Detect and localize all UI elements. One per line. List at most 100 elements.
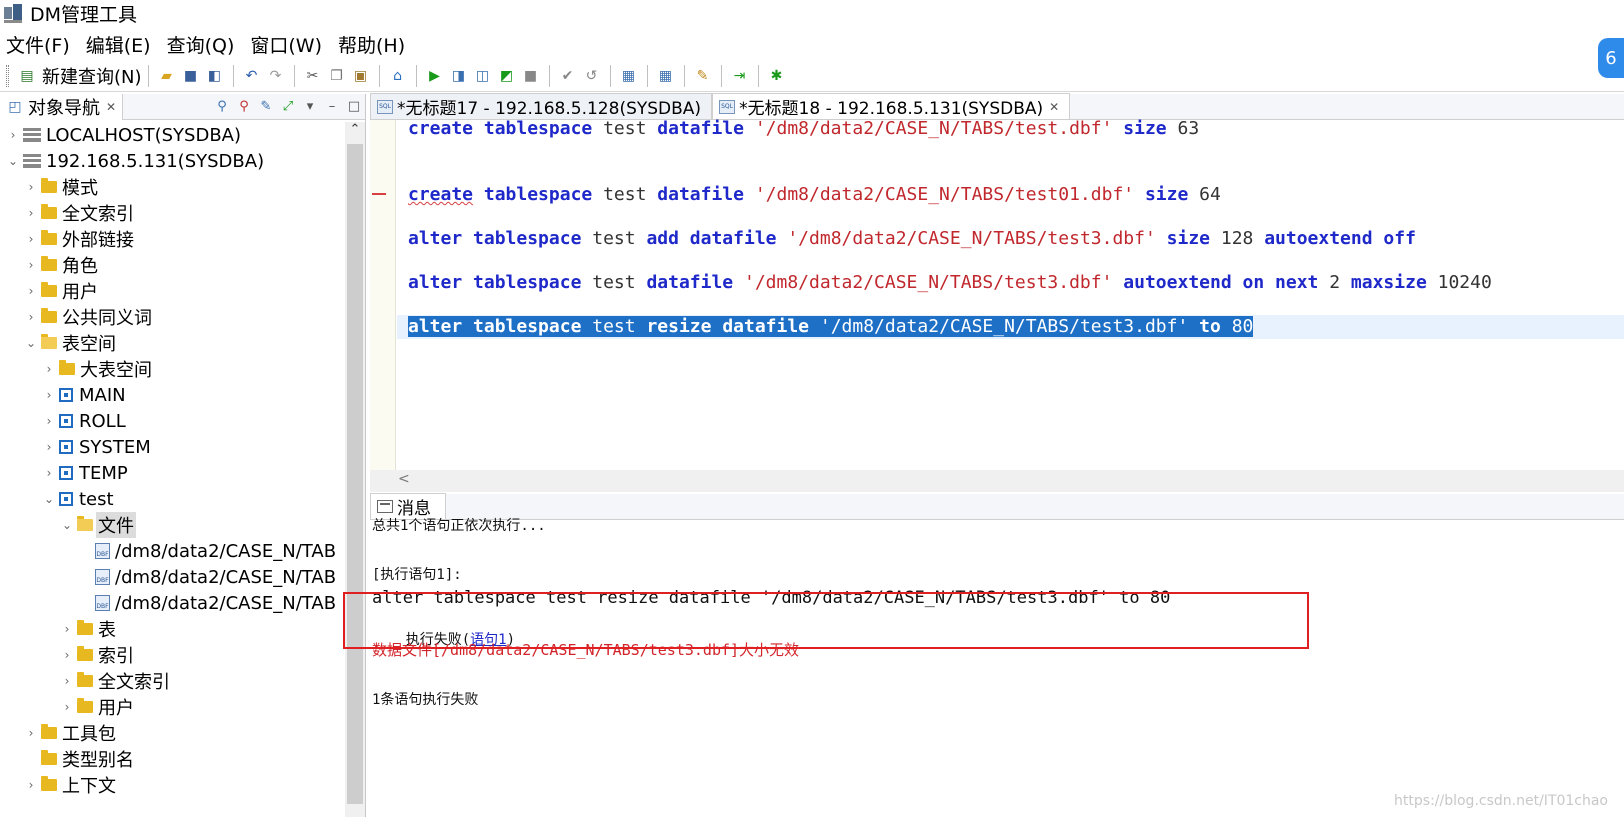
- rollback-icon[interactable]: ↺: [581, 65, 603, 87]
- tree-node[interactable]: 类型别名: [0, 746, 345, 772]
- scroll-up-icon[interactable]: ⌃: [345, 122, 365, 142]
- editor-horizontal-scrollbar[interactable]: <: [370, 470, 1624, 492]
- chevron-right-icon[interactable]: ›: [42, 414, 56, 428]
- tree-node[interactable]: › 模式: [0, 174, 345, 200]
- cut-icon[interactable]: ✂: [302, 65, 324, 87]
- redo-icon[interactable]: ↷: [265, 65, 287, 87]
- chevron-right-icon[interactable]: ›: [24, 206, 38, 220]
- stop-icon[interactable]: ■: [520, 65, 542, 87]
- view-menu-icon[interactable]: ▾: [300, 96, 320, 118]
- sql-editor[interactable]: create tablespace test datafile '/dm8/da…: [370, 118, 1624, 470]
- toolbar-grip[interactable]: [6, 64, 9, 87]
- chevron-right-icon[interactable]: ›: [24, 258, 38, 272]
- scrollbar-thumb[interactable]: [347, 144, 363, 804]
- tree-node[interactable]: › LOCALHOST(SYSDBA): [0, 122, 345, 148]
- tree-node[interactable]: › 索引: [0, 642, 345, 668]
- chevron-right-icon[interactable]: ›: [24, 310, 38, 324]
- new-query-button[interactable]: ▤ 新建查询(N): [15, 63, 141, 89]
- expand-icon[interactable]: ⤢: [278, 96, 298, 118]
- menu-file[interactable]: 文件(F): [6, 31, 70, 58]
- chevron-right-icon[interactable]: ›: [42, 388, 56, 402]
- tab-editor-17[interactable]: SQL *无标题17 - 192.168.5.128(SYSDBA): [370, 93, 713, 119]
- code-line[interactable]: create tablespace test datafile '/dm8/da…: [408, 184, 1221, 205]
- chevron-right-icon[interactable]: ›: [24, 726, 38, 740]
- tree-node[interactable]: › 表: [0, 616, 345, 642]
- run-icon[interactable]: ▶: [424, 65, 446, 87]
- tree-node[interactable]: › MAIN: [0, 382, 345, 408]
- chevron-right-icon[interactable]: ›: [60, 700, 74, 714]
- minimize-icon[interactable]: –: [322, 96, 342, 118]
- debug-icon[interactable]: ✱: [766, 65, 788, 87]
- tree-node[interactable]: › 全文索引: [0, 668, 345, 694]
- format-icon[interactable]: ✎: [692, 65, 714, 87]
- tab-object-navigator[interactable]: ◰ 对象导航 ✕: [0, 93, 124, 120]
- code-line[interactable]: create tablespace test datafile '/dm8/da…: [408, 118, 1199, 139]
- calendar-icon[interactable]: ▦: [655, 65, 677, 87]
- save-icon[interactable]: ■: [180, 65, 202, 87]
- edit-icon[interactable]: ✎: [256, 96, 276, 118]
- tree-node[interactable]: › 用户: [0, 694, 345, 720]
- maximize-icon[interactable]: □: [344, 96, 364, 118]
- tree-node[interactable]: › 上下文: [0, 772, 345, 798]
- chevron-right-icon[interactable]: ›: [60, 648, 74, 662]
- explain-icon[interactable]: ◫: [472, 65, 494, 87]
- chevron-right-icon[interactable]: ›: [60, 674, 74, 688]
- chevron-right-icon[interactable]: ›: [6, 128, 20, 142]
- code-line[interactable]: alter tablespace test datafile '/dm8/dat…: [408, 272, 1492, 293]
- close-icon[interactable]: ✕: [1049, 100, 1059, 114]
- chevron-down-icon[interactable]: ⌄: [6, 154, 20, 168]
- commit-icon[interactable]: ✔: [557, 65, 579, 87]
- tree-node[interactable]: DBF/dm8/data2/CASE_N/TAB: [0, 564, 345, 590]
- close-icon[interactable]: ✕: [106, 100, 116, 114]
- tree-node[interactable]: ⌄ test: [0, 486, 345, 512]
- tree-node[interactable]: › 工具包: [0, 720, 345, 746]
- chevron-right-icon[interactable]: ›: [60, 622, 74, 636]
- tree-scrollbar[interactable]: ⌃: [345, 122, 365, 817]
- chevron-down-icon[interactable]: ⌄: [24, 336, 38, 350]
- tree-node[interactable]: › SYSTEM: [0, 434, 345, 460]
- paste-icon[interactable]: ▣: [350, 65, 372, 87]
- tree-node[interactable]: DBF/dm8/data2/CASE_N/TAB: [0, 590, 345, 616]
- chevron-right-icon[interactable]: ›: [42, 440, 56, 454]
- code-line[interactable]: alter tablespace test add datafile '/dm8…: [408, 228, 1416, 249]
- chevron-right-icon[interactable]: ›: [42, 466, 56, 480]
- chevron-down-icon[interactable]: ⌄: [42, 492, 56, 506]
- home-icon[interactable]: ⌂: [387, 65, 409, 87]
- scroll-left-icon[interactable]: <: [398, 471, 410, 487]
- connect-icon[interactable]: ⚲: [212, 96, 232, 118]
- save-all-icon[interactable]: ◧: [204, 65, 226, 87]
- tree-node[interactable]: › 大表空间: [0, 356, 345, 382]
- copy-icon[interactable]: ❐: [326, 65, 348, 87]
- run-selection-icon[interactable]: ◨: [448, 65, 470, 87]
- menu-help[interactable]: 帮助(H): [338, 31, 405, 58]
- chevron-right-icon[interactable]: ›: [24, 778, 38, 792]
- menu-query[interactable]: 查询(Q): [167, 31, 235, 58]
- step-icon[interactable]: ⇥: [729, 65, 751, 87]
- tree-node[interactable]: › TEMP: [0, 460, 345, 486]
- message-output[interactable]: 总共1个语句正依次执行... [执行语句1]: alter tablespace…: [370, 518, 1624, 817]
- run-script-icon[interactable]: ◩: [496, 65, 518, 87]
- menu-edit[interactable]: 编辑(E): [86, 31, 151, 58]
- tree-node[interactable]: ⌄ 表空间: [0, 330, 345, 356]
- tree-node[interactable]: › 角色: [0, 252, 345, 278]
- undo-icon[interactable]: ↶: [241, 65, 263, 87]
- chevron-right-icon[interactable]: ›: [24, 180, 38, 194]
- disconnect-icon[interactable]: ⚲: [234, 96, 254, 118]
- open-folder-icon[interactable]: ▰: [156, 65, 178, 87]
- tree-node[interactable]: ⌄ 192.168.5.131(SYSDBA): [0, 148, 345, 174]
- tree-node[interactable]: › 公共同义词: [0, 304, 345, 330]
- tree-node[interactable]: › 全文索引: [0, 200, 345, 226]
- schedule-icon[interactable]: ▦: [618, 65, 640, 87]
- chevron-right-icon[interactable]: ›: [24, 232, 38, 246]
- tree-node[interactable]: › 外部链接: [0, 226, 345, 252]
- tab-editor-18[interactable]: SQL *无标题18 - 192.168.5.131(SYSDBA) ✕: [712, 93, 1071, 119]
- tree-node[interactable]: › ROLL: [0, 408, 345, 434]
- tree-node[interactable]: DBF/dm8/data2/CASE_N/TAB: [0, 538, 345, 564]
- tree-node[interactable]: ⌄ 文件: [0, 512, 345, 538]
- menu-window[interactable]: 窗口(W): [250, 31, 322, 58]
- chevron-down-icon[interactable]: ⌄: [60, 518, 74, 532]
- chevron-right-icon[interactable]: ›: [24, 284, 38, 298]
- chevron-right-icon[interactable]: ›: [42, 362, 56, 376]
- code-line-selected[interactable]: alter tablespace test resize datafile '/…: [408, 316, 1254, 337]
- tree-node[interactable]: › 用户: [0, 278, 345, 304]
